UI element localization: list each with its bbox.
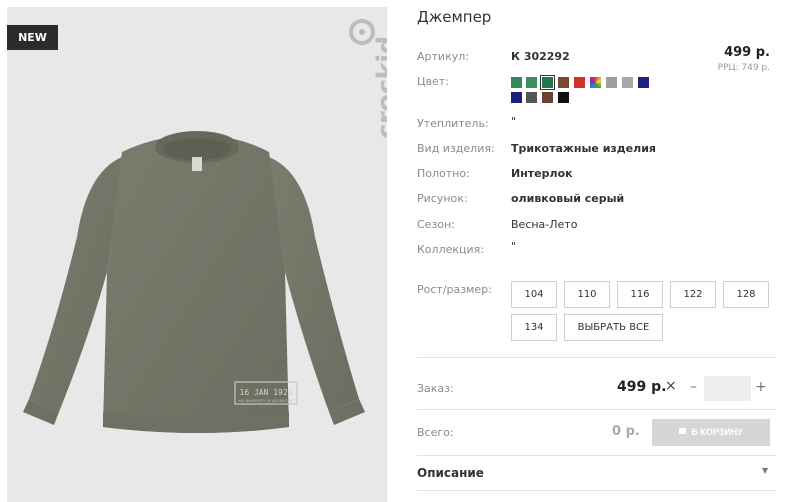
season-value: Весна-Лето	[511, 218, 578, 231]
increase-quantity-button[interactable]: +	[755, 379, 767, 395]
color-swatch-grey[interactable]	[606, 77, 617, 88]
color-swatch-grey-2[interactable]	[622, 77, 633, 88]
order-label: Заказ:	[417, 382, 454, 395]
size-button-122[interactable]: 122	[670, 281, 716, 308]
size-button-128[interactable]: 128	[723, 281, 769, 308]
color-swatch-green-2[interactable]	[526, 77, 537, 88]
total-label: Всего:	[417, 426, 454, 439]
collection-value: "	[511, 240, 517, 253]
fabric-label: Полотно:	[417, 167, 470, 180]
season-label: Сезон:	[417, 218, 455, 231]
divider	[417, 409, 777, 410]
price: 499 р.	[724, 45, 770, 60]
new-badge: NEW	[7, 25, 58, 50]
color-swatch-red[interactable]	[574, 77, 585, 88]
add-to-cart-button[interactable]: В КОРЗИНУ	[652, 419, 770, 446]
color-swatch-navy[interactable]	[638, 77, 649, 88]
color-swatch-green[interactable]	[511, 77, 522, 88]
order-price: 499 р.	[617, 379, 667, 395]
cart-lock-icon	[679, 428, 687, 434]
fabric-value: Интерлок	[511, 167, 573, 180]
article-value: К 302292	[511, 50, 570, 63]
color-swatch-dark-brown[interactable]	[542, 92, 553, 103]
select-all-sizes-button[interactable]: ВЫБРАТЬ ВСЕ	[564, 314, 663, 341]
color-swatch-green-selected[interactable]	[540, 75, 555, 90]
color-swatch-navy-2[interactable]	[511, 92, 522, 103]
product-photo[interactable]: 16 JAN 1920 AN UNIVERSITY OF ADVENTURE N…	[7, 7, 387, 502]
divider	[417, 357, 777, 358]
times-icon: ×	[665, 378, 677, 394]
quantity-input[interactable]	[704, 376, 751, 401]
sweater-image: 16 JAN 1920 AN UNIVERSITY OF ADVENTURE	[23, 131, 365, 433]
total-value: 0 р.	[612, 424, 640, 439]
product-title: Джемпер	[417, 8, 492, 26]
divider	[417, 455, 777, 456]
insulation-label: Утеплитель:	[417, 117, 489, 130]
size-button-104[interactable]: 104	[511, 281, 557, 308]
print-line1: 16 JAN 1920	[240, 388, 293, 397]
color-label: Цвет:	[417, 75, 449, 88]
rrp: РРЦ: 749 р.	[717, 63, 770, 73]
decrease-quantity-button[interactable]: –	[690, 379, 697, 395]
kind-value: Трикотажные изделия	[511, 142, 656, 155]
insulation-value: "	[511, 115, 517, 128]
article-label: Артикул:	[417, 50, 469, 63]
size-button-134[interactable]: 134	[511, 314, 557, 341]
print-line2: AN UNIVERSITY OF ADVENTURE	[238, 399, 294, 403]
chevron-down-icon[interactable]: ▼	[762, 466, 768, 475]
color-swatch-multicolor[interactable]	[590, 77, 601, 88]
pattern-label: Рисунок:	[417, 192, 468, 205]
size-button-116[interactable]: 116	[617, 281, 663, 308]
size-label: Рост/размер:	[417, 283, 492, 296]
description-toggle[interactable]: Описание	[417, 466, 484, 480]
color-swatch-black[interactable]	[558, 92, 569, 103]
divider	[417, 490, 777, 491]
collection-label: Коллекция:	[417, 243, 484, 256]
brand-logo-text: crockid	[372, 36, 387, 139]
size-button-110[interactable]: 110	[564, 281, 610, 308]
kind-label: Вид изделия:	[417, 142, 495, 155]
pattern-value: оливковый серый	[511, 192, 625, 205]
add-to-cart-label: В КОРЗИНУ	[691, 427, 743, 437]
brand-logo: crockid	[332, 19, 387, 171]
color-swatch-brown[interactable]	[558, 77, 569, 88]
color-swatch-dark-grey[interactable]	[526, 92, 537, 103]
